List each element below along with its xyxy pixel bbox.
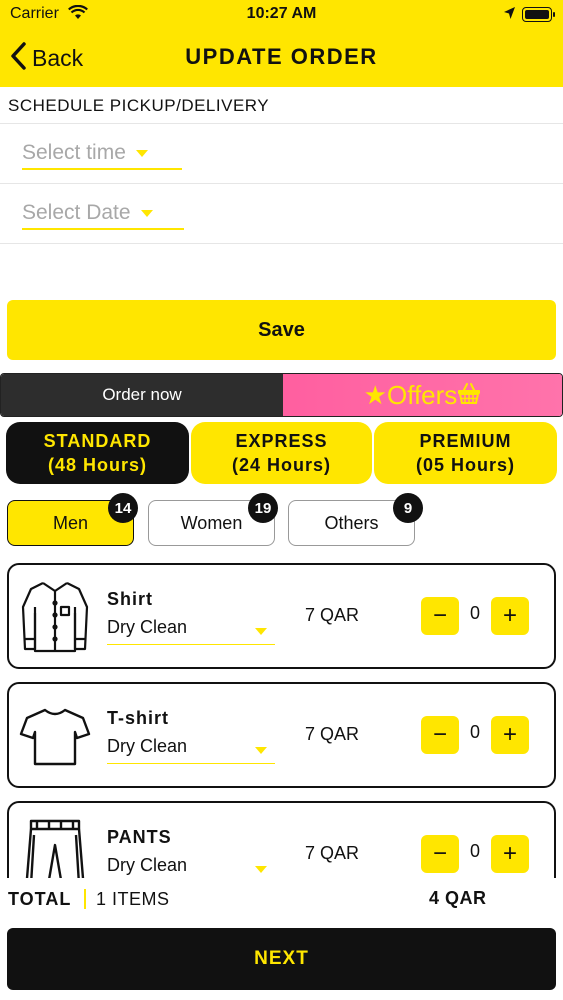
increase-quantity-button[interactable]: + [491,835,529,873]
women-count-badge: 19 [248,493,278,523]
service-type-value: Dry Clean [107,617,188,637]
service-express-button[interactable]: EXPRESS (24 Hours) [191,422,372,484]
tab-offers[interactable]: ★ Offers [283,374,562,416]
quantity-value: 0 [469,722,480,742]
location-arrow-icon [503,6,516,25]
battery-icon [522,7,555,22]
minus-icon: − [432,840,447,867]
decrease-quantity-button[interactable]: − [421,716,459,754]
star-icon: ★ [363,379,387,410]
item-price: 7 QAR [305,605,360,625]
item-price: 7 QAR [305,843,360,863]
increase-quantity-button[interactable]: + [491,597,529,635]
item-name: T-shirt [107,708,170,728]
quantity-value: 0 [469,603,480,623]
list-item: Shirt Dry Clean 7 QAR − 0 + [7,563,556,669]
service-type-dropdown[interactable]: Dry Clean [107,736,275,764]
shirt-icon [17,577,93,653]
decrease-quantity-button[interactable]: − [421,835,459,873]
pants-icon [17,815,93,878]
service-type-value: Dry Clean [107,855,188,875]
save-button[interactable]: Save [7,300,556,360]
next-button[interactable]: NEXT [7,928,556,990]
select-date-placeholder: Select Date [22,201,131,224]
quantity-value: 0 [469,841,480,861]
service-type-value: Dry Clean [107,736,188,756]
list-item: PANTS Dry Clean 7 QAR − 0 + [7,801,556,878]
plus-icon: + [502,840,517,867]
total-separator [84,889,86,909]
increase-quantity-button[interactable]: + [491,716,529,754]
total-items-count: 1 ITEMS [96,889,170,909]
tab-order-now[interactable]: Order now [1,374,283,416]
service-duration: (24 Hours) [231,455,331,475]
minus-icon: − [432,721,447,748]
divider [0,243,563,244]
service-type-dropdown[interactable]: Dry Clean [107,855,275,878]
status-bar: Carrier 10:27 AM [0,0,563,30]
item-price: 7 QAR [305,724,360,744]
schedule-heading: SCHEDULE PICKUP/DELIVERY [8,96,270,115]
offers-label: Offers [386,379,458,410]
item-name: PANTS [107,827,172,847]
tshirt-icon [17,696,93,772]
service-duration: (05 Hours) [415,455,515,475]
item-list: Shirt Dry Clean 7 QAR − 0 + T-shirt Dry … [0,558,563,878]
nav-bar: Back UPDATE ORDER [0,30,563,87]
others-count-badge: 9 [393,493,423,523]
caret-down-icon [140,209,153,217]
basket-icon [457,382,481,409]
service-premium-button[interactable]: PREMIUM (05 Hours) [374,422,557,484]
service-name: PREMIUM [419,431,512,451]
minus-icon: − [432,602,447,629]
divider [0,123,563,124]
total-amount: 4 QAR [429,888,487,908]
service-duration: (48 Hours) [47,455,147,475]
clock-time: 10:27 AM [246,5,317,22]
plus-icon: + [502,721,517,748]
divider [0,183,563,184]
service-type-dropdown[interactable]: Dry Clean [107,617,275,645]
service-name: STANDARD [43,431,152,451]
total-bar: TOTAL 1 ITEMS 4 QAR [0,880,563,920]
caret-down-icon [255,747,267,754]
select-date-dropdown[interactable]: Select Date [22,198,184,230]
caret-down-icon [255,866,267,873]
page-title: UPDATE ORDER [185,44,378,69]
caret-down-icon [135,149,148,157]
decrease-quantity-button[interactable]: − [421,597,459,635]
caret-down-icon [255,628,267,635]
men-count-badge: 14 [108,493,138,523]
select-time-dropdown[interactable]: Select time [22,138,182,170]
select-time-placeholder: Select time [22,141,126,164]
total-label: TOTAL [8,889,72,909]
service-name: EXPRESS [235,431,328,451]
item-name: Shirt [107,589,154,609]
list-item: T-shirt Dry Clean 7 QAR − 0 + [7,682,556,788]
service-standard-button[interactable]: STANDARD (48 Hours) [6,422,189,484]
plus-icon: + [502,602,517,629]
order-tabs: Order now ★ Offers [0,373,563,417]
